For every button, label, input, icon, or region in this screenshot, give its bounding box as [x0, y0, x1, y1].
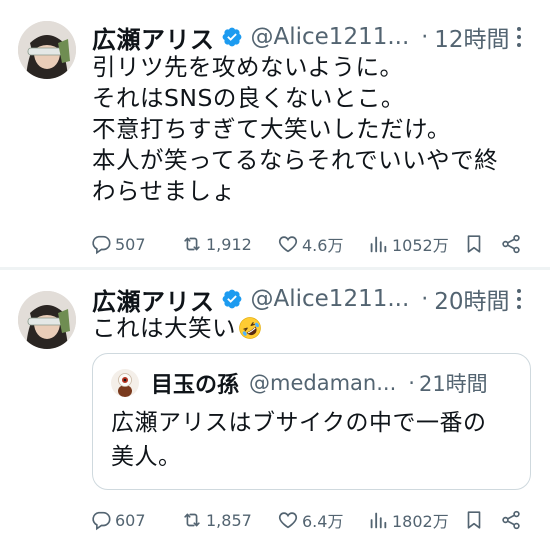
tweet[interactable]: 広瀬アリス @Alice1211... · 20時間 これは大笑い 目玉の孫 @… — [0, 270, 550, 556]
more-options-icon[interactable] — [508, 24, 530, 50]
bookmark-icon — [467, 235, 481, 253]
retweet-icon — [184, 237, 200, 251]
quoted-author-handle: @medaman... — [249, 371, 397, 395]
share-icon — [502, 234, 520, 254]
views-button[interactable]: 1802万 — [367, 505, 449, 535]
views-button[interactable]: 1052万 — [367, 229, 449, 259]
action-bar: 607 1,857 6.4万 1802万 — [90, 505, 528, 535]
reply-count: 507 — [115, 234, 146, 254]
share-icon — [502, 510, 520, 530]
like-count: 4.6万 — [302, 236, 344, 255]
like-button[interactable]: 6.4万 — [277, 505, 343, 535]
verified-badge-icon — [222, 27, 241, 47]
avatar[interactable] — [18, 21, 76, 79]
quoted-tweet-header: 目玉の孫 @medaman... · 21時間 — [111, 368, 518, 398]
verified-badge-icon — [222, 289, 241, 309]
share-button[interactable] — [500, 505, 522, 535]
retweet-count: 1,912 — [206, 234, 252, 254]
reply-icon — [92, 235, 111, 255]
quoted-separator: · — [408, 371, 415, 395]
tweet-header: 広瀬アリス @Alice1211... · 20時間 — [92, 282, 534, 316]
share-button[interactable] — [500, 229, 522, 259]
reply-button[interactable]: 507 — [90, 229, 146, 259]
views-count: 1052万 — [392, 236, 449, 255]
author-handle[interactable]: @Alice1211... — [251, 24, 410, 50]
reply-button[interactable]: 607 — [90, 505, 146, 535]
retweet-button[interactable]: 1,857 — [181, 505, 252, 535]
reply-count: 607 — [115, 510, 146, 530]
bookmark-icon — [467, 511, 481, 529]
views-count: 1802万 — [392, 512, 449, 531]
analytics-icon — [370, 512, 387, 529]
separator: · — [421, 24, 429, 50]
tweet-header: 広瀬アリス @Alice1211... · 12時間 — [92, 20, 534, 54]
bookmark-button[interactable] — [463, 505, 485, 535]
bookmark-button[interactable] — [463, 229, 485, 259]
author-name[interactable]: 広瀬アリス — [92, 282, 215, 317]
action-bar: 507 1,912 4.6万 1052万 — [90, 229, 528, 259]
quoted-avatar — [111, 369, 139, 397]
author-handle[interactable]: @Alice1211... — [251, 286, 410, 312]
heart-icon — [278, 236, 298, 253]
timestamp[interactable]: 20時間 — [434, 282, 509, 316]
like-button[interactable]: 4.6万 — [277, 229, 343, 259]
avatar[interactable] — [18, 291, 76, 349]
quoted-tweet[interactable]: 目玉の孫 @medaman... · 21時間 広瀬アリスはブサイクの中で一番の… — [92, 353, 531, 490]
quoted-author-name: 目玉の孫 — [151, 373, 240, 398]
tweet-text-content: これは大笑い — [92, 314, 236, 342]
quoted-timestamp: 21時間 — [418, 372, 488, 396]
retweet-icon — [184, 513, 200, 527]
heart-icon — [278, 512, 298, 529]
retweet-button[interactable]: 1,912 — [181, 229, 252, 259]
tweet-text: 引リツ先を攻めないように。 それはSNSの良くないとこ。 不意打ちすぎて大笑いし… — [92, 53, 499, 205]
like-count: 6.4万 — [302, 512, 344, 531]
analytics-icon — [370, 236, 387, 253]
retweet-count: 1,857 — [206, 510, 252, 530]
reply-icon — [92, 511, 111, 531]
rolling-on-floor-laughing-emoji-icon — [239, 317, 261, 339]
separator: · — [421, 286, 429, 312]
tweet[interactable]: 広瀬アリス @Alice1211... · 12時間 引リツ先を攻めないように。… — [0, 0, 550, 267]
quoted-tweet-text: 広瀬アリスはブサイクの中で一番の 美人。 — [111, 410, 487, 470]
more-options-icon[interactable] — [508, 286, 530, 312]
tweet-text: これは大笑い — [92, 313, 526, 344]
timestamp[interactable]: 12時間 — [434, 20, 509, 54]
author-name[interactable]: 広瀬アリス — [92, 20, 215, 55]
